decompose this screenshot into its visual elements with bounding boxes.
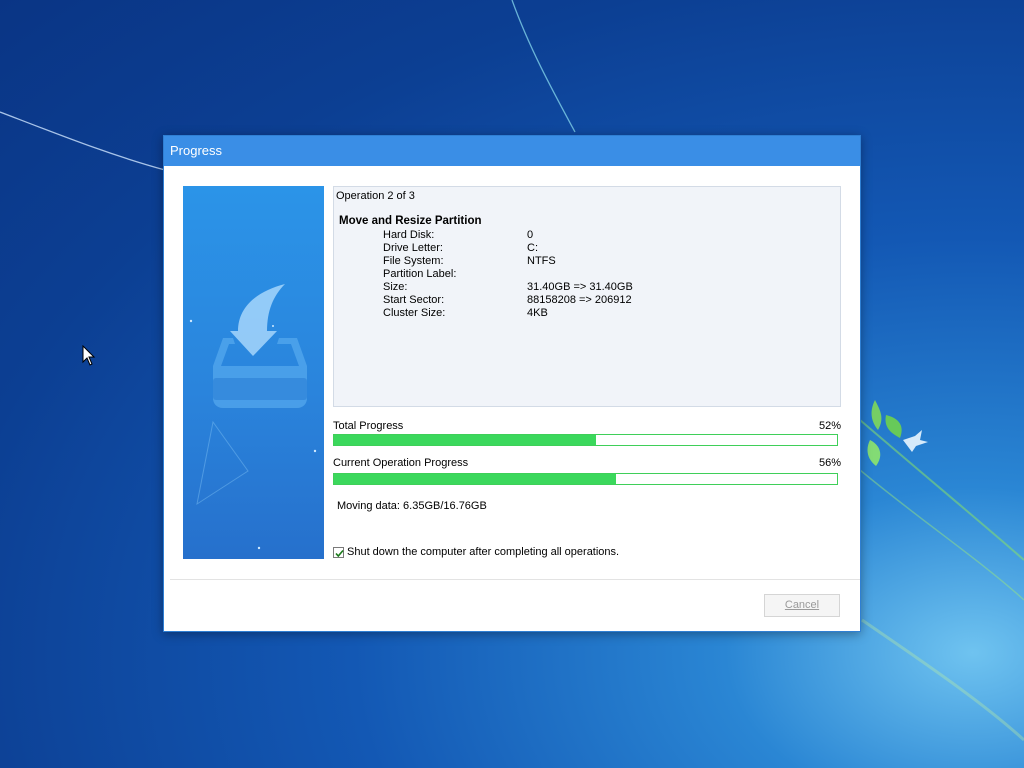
detail-label: Partition Label: <box>383 268 457 280</box>
moving-data-status: Moving data: 6.35GB/16.76GB <box>337 500 487 512</box>
current-progress-label: Current Operation Progress <box>333 457 469 469</box>
side-banner <box>183 186 324 559</box>
detail-row-drive-letter: Drive Letter: C: <box>383 242 633 255</box>
detail-value: 88158208 => 206912 <box>527 294 632 306</box>
total-progress-percent: 52% <box>818 420 841 432</box>
detail-row-cluster-size: Cluster Size: 4KB <box>383 307 633 320</box>
current-progress-fill <box>334 474 616 484</box>
detail-row-size: Size: 31.40GB => 31.40GB <box>383 281 633 294</box>
shutdown-checkbox[interactable] <box>333 546 344 558</box>
shutdown-label: Shut down the computer after completing … <box>347 546 620 558</box>
total-progress-bar <box>333 434 838 446</box>
detail-row-hard-disk: Hard Disk: 0 <box>383 229 633 242</box>
current-progress-percent: 56% <box>818 457 841 469</box>
detail-label: Size: <box>383 281 408 293</box>
shutdown-option[interactable]: Shut down the computer after completing … <box>333 545 619 559</box>
current-progress-header: Current Operation Progress 56% <box>333 456 841 470</box>
download-drive-icon <box>189 284 317 550</box>
checkmark-icon <box>335 549 344 557</box>
detail-value: NTFS <box>527 255 556 267</box>
footer-divider <box>170 579 860 580</box>
total-progress-label: Total Progress <box>333 420 404 432</box>
operation-info-panel: Operation 2 of 3 Move and Resize Partiti… <box>333 186 841 407</box>
progress-dialog: Progress Operation 2 of 3 Move and Resiz… <box>163 135 861 632</box>
detail-value: 4KB <box>527 307 548 319</box>
detail-row-file-system: File System: NTFS <box>383 255 633 268</box>
cancel-button[interactable]: Cancel <box>764 594 840 617</box>
detail-value: C: <box>527 242 538 254</box>
operation-title: Move and Resize Partition <box>339 215 482 227</box>
mouse-cursor-icon <box>82 345 96 366</box>
operation-details: Hard Disk: 0 Drive Letter: C: File System:… <box>383 229 633 320</box>
bird-decoration <box>903 430 928 452</box>
detail-row-start-sector: Start Sector: 88158208 => 206912 <box>383 294 633 307</box>
total-progress-fill <box>334 435 596 445</box>
dialog-title: Progress <box>164 136 860 166</box>
detail-value: 0 <box>527 229 534 241</box>
detail-label: Cluster Size: <box>383 307 446 319</box>
operation-counter: Operation 2 of 3 <box>336 190 415 202</box>
detail-label: File System: <box>383 255 444 267</box>
detail-label: Start Sector: <box>383 294 445 306</box>
detail-value: 31.40GB => 31.40GB <box>527 281 633 293</box>
detail-label: Hard Disk: <box>383 229 435 241</box>
detail-label: Drive Letter: <box>383 242 443 254</box>
detail-row-partition-label: Partition Label: <box>383 268 633 281</box>
leaf-decoration <box>867 400 902 466</box>
total-progress-header: Total Progress 52% <box>333 419 841 433</box>
current-progress-bar <box>333 473 838 485</box>
